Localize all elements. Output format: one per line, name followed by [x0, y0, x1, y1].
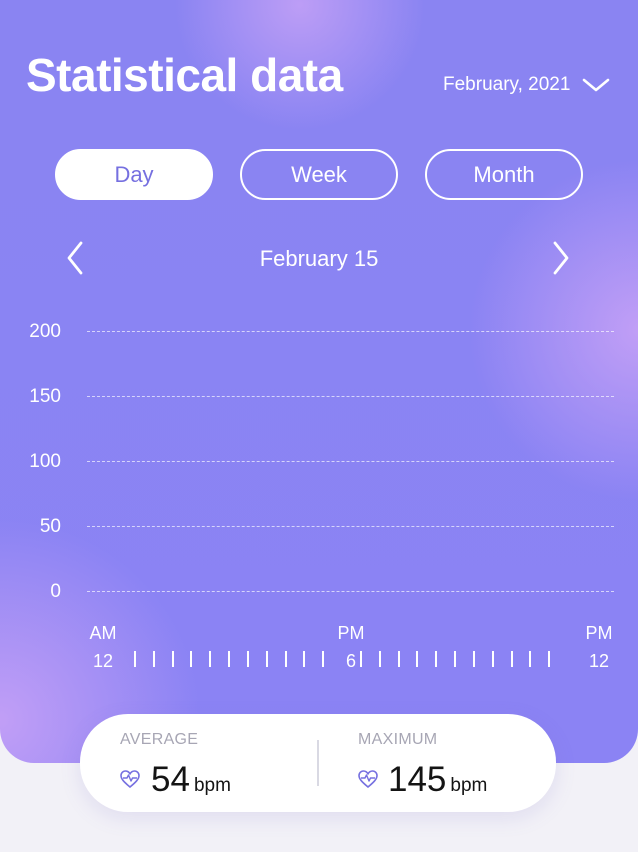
maximum-value-row: 145 bpm	[388, 760, 487, 800]
y-tick-label: 100	[29, 451, 61, 472]
grid-line	[87, 591, 614, 592]
tab-month[interactable]: Month	[425, 149, 583, 200]
x-label-pm-end: PM	[585, 623, 613, 643]
stats-card: AVERAGE 54 bpm MAXIMUM 145 bpm	[80, 714, 556, 812]
x-tick	[134, 651, 136, 667]
x-tick	[247, 651, 249, 667]
grid-line	[87, 461, 614, 462]
x-tick	[285, 651, 287, 667]
grid-line	[87, 396, 614, 397]
x-label-pm: PM	[337, 623, 365, 643]
x-tick	[548, 651, 550, 667]
heart-pulse-icon	[120, 770, 140, 789]
x-label-6pm: 6	[345, 651, 356, 671]
x-tick	[303, 651, 305, 667]
maximum-value: 145	[388, 760, 447, 799]
x-label-12pm: 12	[588, 651, 610, 671]
x-tick	[529, 651, 531, 667]
average-value-row: 54 bpm	[151, 760, 231, 800]
y-tick-label: 50	[39, 516, 61, 537]
x-tick	[473, 651, 475, 667]
chevron-down-icon	[583, 78, 610, 92]
x-tick	[360, 651, 362, 667]
x-tick	[435, 651, 437, 667]
maximum-caption: MAXIMUM	[358, 731, 438, 748]
y-tick-label: 0	[50, 581, 61, 602]
average-unit: bpm	[193, 775, 231, 796]
x-label-am: AM	[89, 623, 117, 643]
x-tick	[379, 651, 381, 667]
y-tick-label: 150	[29, 386, 61, 407]
tab-day[interactable]: Day	[55, 149, 213, 200]
x-tick	[398, 651, 400, 667]
heart-pulse-icon	[358, 770, 378, 789]
grid-line	[87, 526, 614, 527]
date-navigator: February 15	[0, 240, 638, 280]
x-tick	[511, 651, 513, 667]
month-select[interactable]: February, 2021	[443, 74, 610, 96]
x-label-12am: 12	[92, 651, 114, 671]
x-tick	[266, 651, 268, 667]
hero-panel: Statistical data February, 2021 Day Week…	[0, 0, 638, 763]
page-title: Statistical data	[26, 49, 343, 101]
tab-week[interactable]: Week	[240, 149, 398, 200]
x-tick	[172, 651, 174, 667]
grid-line	[87, 331, 614, 332]
x-tick	[209, 651, 211, 667]
current-date: February 15	[259, 246, 379, 271]
average-value: 54	[151, 760, 190, 799]
chevron-right-icon[interactable]	[550, 240, 572, 276]
x-tick	[492, 651, 494, 667]
x-tick	[416, 651, 418, 667]
x-tick	[454, 651, 456, 667]
x-tick	[190, 651, 192, 667]
month-select-label: February, 2021	[443, 74, 571, 95]
average-caption: AVERAGE	[120, 731, 199, 748]
x-tick	[153, 651, 155, 667]
y-tick-label: 200	[29, 321, 61, 342]
x-tick	[322, 651, 324, 667]
x-tick	[228, 651, 230, 667]
maximum-unit: bpm	[450, 775, 488, 796]
divider	[317, 740, 319, 786]
